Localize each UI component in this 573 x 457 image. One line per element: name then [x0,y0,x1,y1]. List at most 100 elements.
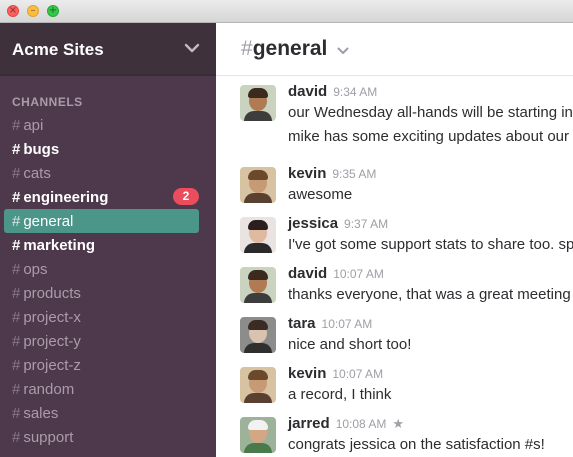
message-timestamp[interactable]: 10:07 AM [332,367,383,381]
message-timestamp[interactable]: 9:37 AM [344,217,388,231]
avatar[interactable] [240,85,276,121]
message-timestamp[interactable]: 10:08 AM [336,417,387,431]
sidebar-channel-support[interactable]: # support [4,425,199,449]
team-menu-button[interactable]: Acme Sites [0,23,216,76]
avatar[interactable] [240,367,276,403]
message-author[interactable]: kevin [288,365,326,382]
channel-hash: # [241,37,253,60]
message-text: nice and short too! [288,336,412,353]
channel-title-name: general [252,37,328,60]
channel-hash: # [12,284,21,302]
message-text: mike has some exciting updates about our… [288,128,573,145]
channel-hash: # [12,140,21,158]
message-header: david 10:07 AM [288,265,384,283]
chevron-down-icon[interactable] [184,42,200,54]
message-item: kevin 10:07 AM a record, I think [216,358,573,404]
message-text: a record, I think [288,386,392,403]
message-text: I've got some support stats to share too… [288,236,573,253]
message-author[interactable]: tara [288,315,316,332]
channel-hash: # [12,428,21,446]
sidebar-channel-marketing[interactable]: # marketing [4,233,199,257]
sidebar-channel-project-x[interactable]: # project-x [4,305,199,329]
channel-hash: # [12,164,21,182]
channel-label: project-y [23,332,81,350]
sidebar-channel-products[interactable]: # products [4,281,199,305]
channel-hash: # [12,404,21,422]
chevron-down-icon[interactable] [337,47,349,55]
message-item: tara 10:07 AM nice and short too! [216,308,573,354]
message-item: david 9:34 AM our Wednesday all-hands will… [216,76,573,146]
close-icon: × [8,5,18,16]
channel-hash: # [12,236,21,254]
channel-title[interactable]: #general [241,37,327,61]
message-pane: #general david 9:34 AM our Wednesday all-h… [216,23,573,457]
channel-label: ops [23,260,48,278]
channel-hash: # [12,188,21,206]
message-author[interactable]: jessica [288,215,338,232]
message-item: jessica 9:37 AM I've got some support stat… [216,208,573,254]
sidebar-channel-ops[interactable]: # ops [4,257,199,281]
message-text: thanks everyone, that was a great meetin… [288,286,571,303]
channel-label: cats [23,164,51,182]
channels-heading[interactable]: CHANNELS [12,95,83,109]
sidebar-channel-sales[interactable]: # sales [4,401,199,425]
message-timestamp[interactable]: 10:07 AM [322,317,373,331]
message-header: david 9:34 AM [288,83,377,101]
window-maximize-button[interactable]: + [47,5,59,17]
message-text: awesome [288,186,353,203]
sidebar-channel-project-y[interactable]: # project-y [4,329,199,353]
avatar[interactable] [240,417,276,453]
channel-label: project-x [23,308,81,326]
message-item: jarred 10:08 AM ★ congrats jessica on the s… [216,408,573,454]
message-author[interactable]: kevin [288,165,326,182]
channel-label: support [23,428,74,446]
channel-label: random [23,380,75,398]
sidebar: Acme Sites CHANNELS # api # bugs # cats # engin… [0,23,216,457]
channel-header: #general [216,23,573,76]
minimize-icon: – [30,5,36,16]
star-icon[interactable]: ★ [392,417,404,432]
team-name: Acme Sites [12,40,104,59]
sidebar-channel-engineering[interactable]: # engineering 2 [4,185,199,209]
channel-hash: # [12,380,21,398]
message-header: jessica 9:37 AM [288,215,388,233]
channel-hash: # [12,116,21,134]
avatar[interactable] [240,217,276,253]
channel-label: engineering [23,188,109,206]
message-author[interactable]: david [288,83,327,100]
window-close-button[interactable]: × [7,5,19,17]
sidebar-channel-general[interactable]: # general [4,209,199,233]
message-header: jarred 10:08 AM ★ [288,415,404,433]
avatar[interactable] [240,267,276,303]
channel-hash: # [12,308,21,326]
message-author[interactable]: david [288,265,327,282]
channel-label: products [23,284,81,302]
avatar[interactable] [240,167,276,203]
channel-label: bugs [23,140,60,158]
channel-label: general [23,212,74,230]
message-item: david 10:07 AM thanks everyone, that was a… [216,258,573,304]
message-text: our Wednesday all-hands will be starting… [288,104,573,121]
message-item: kevin 9:35 AM awesome [216,158,573,204]
channel-hash: # [12,332,21,350]
channel-label: project-z [23,356,81,374]
window-minimize-button[interactable]: – [27,5,39,17]
sidebar-channel-cats[interactable]: # cats [4,161,199,185]
message-header: tara 10:07 AM [288,315,372,333]
sidebar-channel-random[interactable]: # random [4,377,199,401]
message-text: congrats jessica on the satisfaction #s! [288,436,545,453]
window-titlebar: × – + [0,0,573,23]
channel-hash: # [12,356,21,374]
sidebar-channel-api[interactable]: # api [4,113,199,137]
message-timestamp[interactable]: 10:07 AM [333,267,384,281]
unread-badge: 2 [173,188,199,205]
sidebar-channel-project-z[interactable]: # project-z [4,353,199,377]
message-header: kevin 10:07 AM [288,365,383,383]
avatar[interactable] [240,317,276,353]
sidebar-channel-bugs[interactable]: # bugs [4,137,199,161]
channel-label: marketing [23,236,96,254]
message-author[interactable]: jarred [288,415,330,432]
channel-hash: # [12,212,21,230]
message-timestamp[interactable]: 9:35 AM [332,167,376,181]
message-timestamp[interactable]: 9:34 AM [333,85,377,99]
